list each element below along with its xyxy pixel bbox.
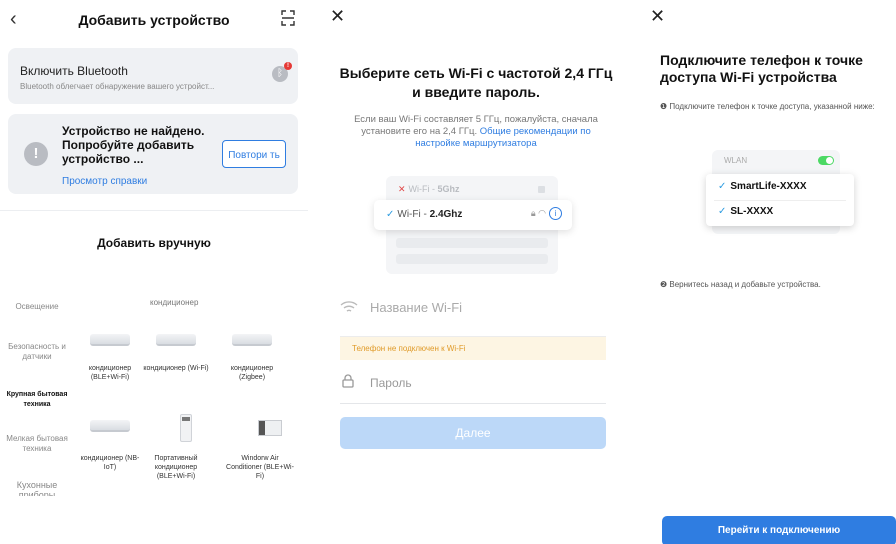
wlan-toggle bbox=[818, 156, 834, 165]
wifi-description: Если ваш Wi-Fi составляет 5 ГГц, пожалуй… bbox=[348, 114, 604, 150]
portable-ac-icon bbox=[180, 414, 192, 442]
close-icon[interactable]: ✕ bbox=[650, 6, 665, 27]
split-ac-icon bbox=[156, 334, 196, 346]
category-kitchen[interactable]: Кухонные приборы bbox=[0, 480, 74, 496]
check-icon: ✓ bbox=[718, 181, 727, 192]
alert-badge: ! bbox=[284, 62, 292, 70]
manual-add-title: Добавить вручную bbox=[97, 236, 211, 250]
device-portable-ac[interactable]: Портативный кондиционер (BLE+Wi-Fi) bbox=[142, 454, 210, 481]
wifi-setup-screen: ✕ Выберите сеть Wi-Fi с частотой 2,4 ГГц… bbox=[320, 0, 620, 544]
page-title: Добавить устройство bbox=[78, 12, 230, 28]
wifi-name-input[interactable]: Название Wi-Fi bbox=[370, 300, 462, 315]
check-icon: ✓ bbox=[718, 206, 727, 217]
bluetooth-card[interactable]: Включить Bluetooth Bluetooth облегчает о… bbox=[8, 48, 298, 104]
check-icon: ✓ bbox=[386, 209, 395, 220]
category-small-appliances[interactable]: Мелкая бытовая техника bbox=[0, 434, 74, 454]
password-input[interactable]: Пароль bbox=[370, 376, 412, 390]
lock-icon: 🔒︎ bbox=[530, 208, 536, 218]
help-link[interactable]: Просмотр справки bbox=[62, 176, 147, 187]
retry-button[interactable]: Повтори ть bbox=[222, 140, 286, 168]
split-ac-icon bbox=[90, 420, 130, 432]
ssid-list: ✓ SmartLife-XXXX ✓ SL-XXXX bbox=[706, 174, 854, 226]
page-title: Выберите сеть Wi-Fi с частотой 2,4 ГГц и… bbox=[339, 65, 613, 100]
not-found-card: ! Устройство не найдено. Попробуйте доба… bbox=[8, 114, 298, 194]
device-ac-ble-wifi[interactable]: кондиционер (BLE+Wi-Fi) bbox=[76, 364, 144, 382]
exclamation-icon: ! bbox=[24, 142, 48, 166]
step-2-text: ❷ Вернитесь назад и добавьте устройства. bbox=[660, 280, 821, 289]
wifi-24ghz-item: ✓ Wi-Fi - 2.4Ghz 🔒︎ ◠ i bbox=[374, 200, 572, 230]
wifi-name-field[interactable]: Название Wi-Fi bbox=[340, 296, 606, 322]
not-connected-warning: Телефон не подключен к Wi-Fi bbox=[340, 336, 606, 360]
category-lighting[interactable]: Освещение bbox=[0, 302, 74, 312]
info-icon: i bbox=[549, 207, 562, 220]
go-to-connect-button[interactable]: Перейти к подключению bbox=[662, 516, 896, 544]
ssid-item: ✓ SmartLife-XXXX bbox=[718, 181, 807, 192]
category-large-appliances[interactable]: Крупная бытовая техника bbox=[0, 390, 74, 410]
next-button[interactable]: Далее bbox=[340, 417, 606, 449]
window-ac-icon bbox=[258, 420, 282, 436]
cross-icon: ✕ bbox=[398, 184, 406, 194]
lock-icon bbox=[342, 374, 354, 388]
add-device-screen: ‹ Добавить устройство Включить Bluetooth… bbox=[0, 0, 308, 544]
lock-icon bbox=[538, 186, 545, 193]
close-icon[interactable]: ✕ bbox=[330, 6, 345, 27]
wlan-label: WLAN bbox=[724, 156, 748, 165]
split-ac-icon bbox=[90, 334, 130, 346]
device-ac-wifi[interactable]: кондиционер (Wi-Fi) bbox=[142, 364, 210, 373]
split-ac-icon bbox=[232, 334, 272, 346]
page-title: Подключите телефон к точке доступа Wi-Fi… bbox=[660, 52, 863, 85]
category-security[interactable]: Безопасность и датчики bbox=[0, 342, 74, 362]
ssid-item: ✓ SL-XXXX bbox=[718, 206, 774, 217]
bluetooth-subtitle: Bluetooth облегчает обнаружение вашего у… bbox=[20, 82, 215, 91]
bluetooth-title: Включить Bluetooth bbox=[20, 64, 128, 78]
group-title: кондиционер bbox=[150, 298, 199, 307]
hotspot-connect-screen: ✕ Подключите телефон к точке доступа Wi-… bbox=[640, 0, 896, 544]
divider bbox=[0, 210, 308, 211]
wifi-signal-icon: ◠ bbox=[538, 208, 546, 218]
password-field[interactable]: Пароль bbox=[340, 370, 606, 404]
device-ac-nbiot[interactable]: кондиционер (NB-IoT) bbox=[76, 454, 144, 472]
device-window-ac[interactable]: Windorw Air Conditioner (BLE+Wi-Fi) bbox=[226, 454, 294, 481]
wifi-icon bbox=[340, 301, 358, 312]
not-found-message: Устройство не найдено. Попробуйте добави… bbox=[62, 124, 205, 166]
scan-icon[interactable] bbox=[281, 10, 295, 26]
wifi-5ghz-item: ✕ Wi-Fi - 5Ghz bbox=[398, 184, 460, 194]
step-1-text: ❶ Подключите телефон к точке доступа, ук… bbox=[660, 102, 875, 111]
device-ac-zigbee[interactable]: кондиционер (Zigbee) bbox=[218, 364, 286, 382]
